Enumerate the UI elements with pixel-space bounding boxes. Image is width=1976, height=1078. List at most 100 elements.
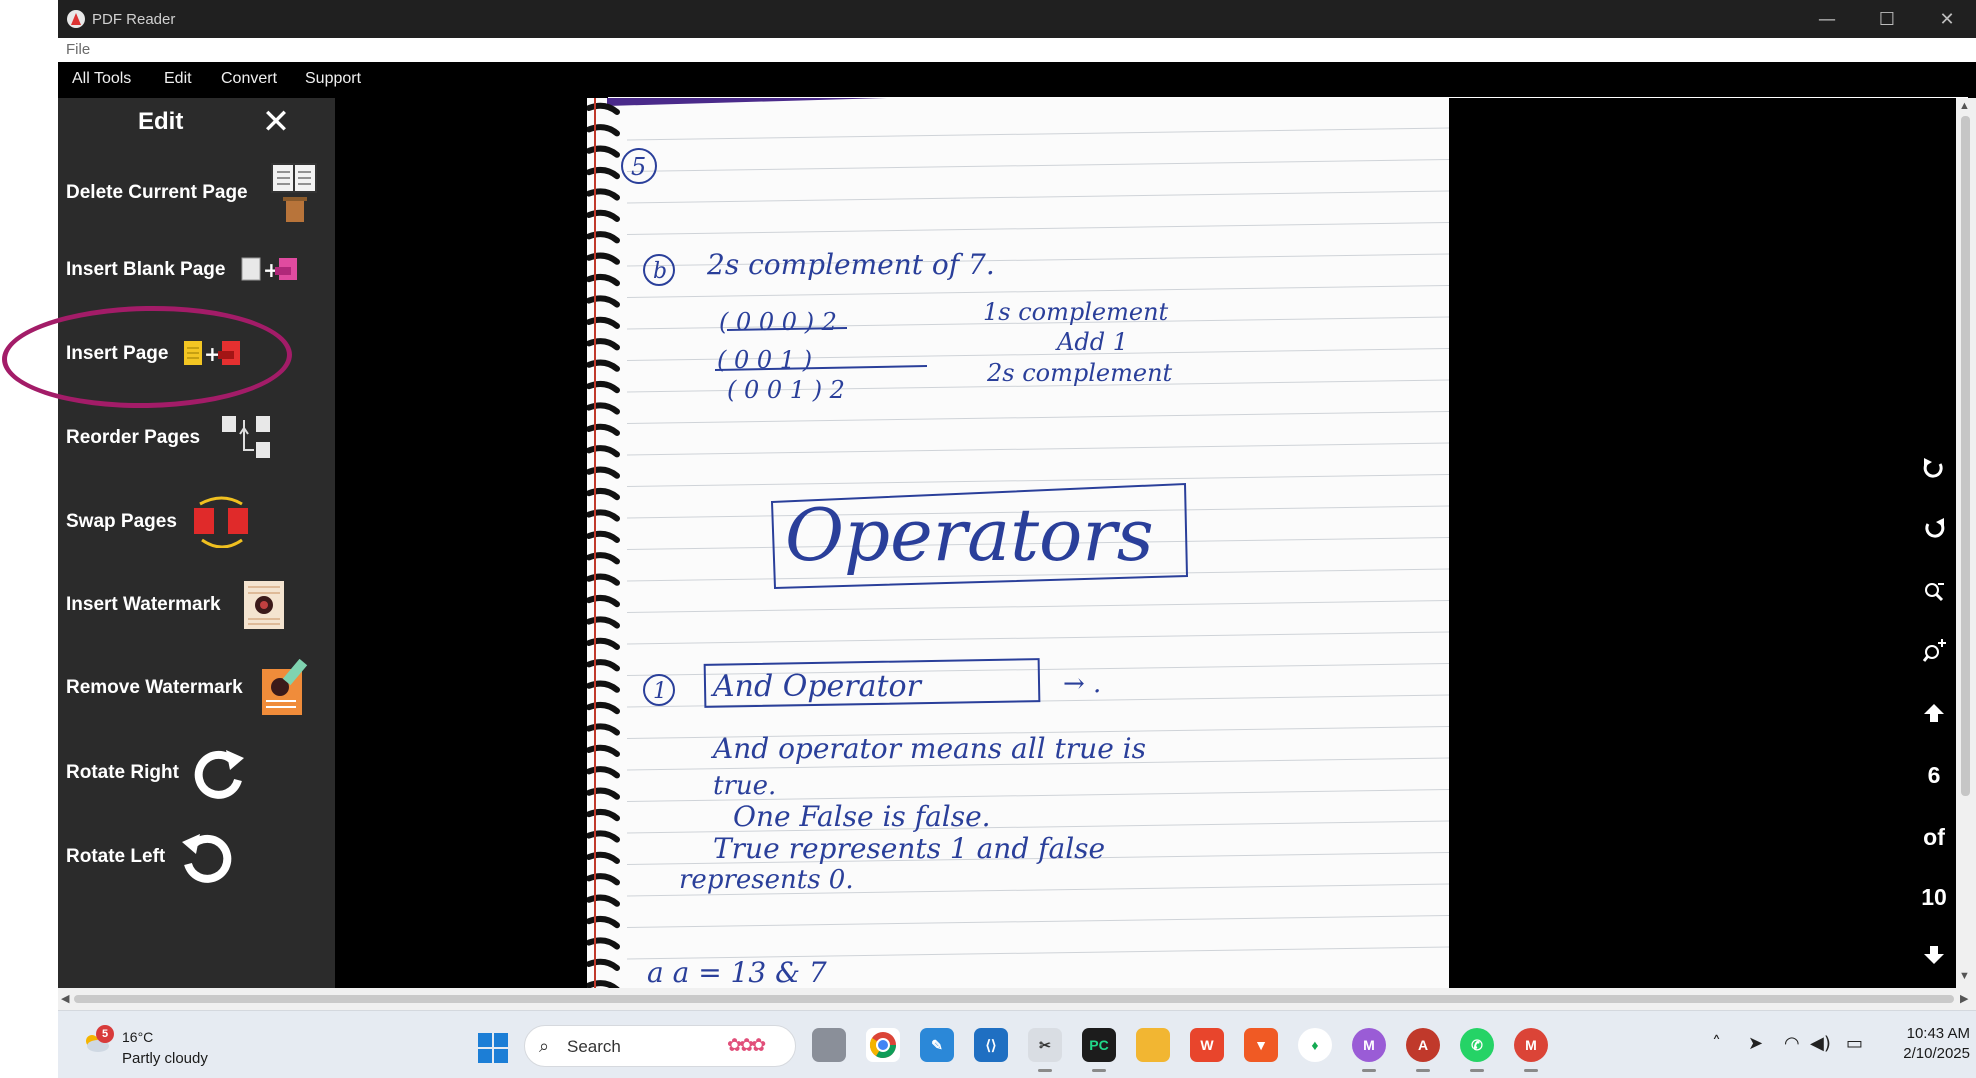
wifi-icon[interactable]: ◠ (1784, 1033, 1800, 1054)
file-menu-bar: File (58, 38, 1976, 62)
bullet-3: True represents 1 and false (713, 832, 1105, 865)
previous-page-icon[interactable] (1912, 702, 1956, 724)
part-label: b (653, 259, 667, 284)
zoom-in-icon[interactable] (1912, 638, 1956, 662)
scroll-left-icon[interactable]: ◀ (61, 992, 69, 1005)
menu-convert[interactable]: Convert (221, 70, 277, 88)
running-indicator (1470, 1069, 1484, 1072)
weather-alert-badge: 5 (96, 1025, 114, 1043)
next-page-icon[interactable] (1912, 944, 1956, 966)
delete-page-icon (271, 163, 317, 222)
volume-icon[interactable]: ◀) (1810, 1033, 1831, 1054)
scroll-right-icon[interactable]: ▶ (1960, 992, 1968, 1005)
tool-label: Reorder Pages (66, 427, 201, 448)
chrome-profile-2-icon[interactable]: M (1514, 1028, 1548, 1062)
main-menu-bar: All Tools Edit Convert Support (58, 62, 1976, 99)
item-number: 1 (653, 679, 667, 704)
wps-office-icon[interactable]: W (1190, 1028, 1224, 1062)
clock-date: 2/10/2025 (1903, 1045, 1970, 1062)
item-arrow: → . (1063, 669, 1101, 699)
tool-swap-pages[interactable]: Swap Pages (58, 492, 335, 552)
maximize-button[interactable]: ☐ (1858, 0, 1916, 38)
location-icon[interactable]: ➤ (1748, 1033, 1763, 1054)
question-number: 5 (631, 153, 646, 181)
screen: { "window": { "title": "PDF Reader", "co… (0, 0, 1976, 1078)
tool-label: Insert Blank Page (66, 259, 226, 280)
tool-insert-watermark[interactable]: Insert Watermark (58, 568, 335, 642)
scroll-down-icon[interactable]: ▼ (1959, 970, 1970, 982)
start-button-icon[interactable] (478, 1033, 508, 1063)
menu-file[interactable]: File (66, 41, 90, 58)
insert-blank-page-icon: + (241, 257, 297, 282)
rotate-right-small-icon[interactable] (1912, 516, 1956, 542)
tool-label: Swap Pages (66, 511, 177, 532)
brave-browser-icon[interactable]: ▼ (1244, 1028, 1278, 1062)
clock-time: 10:43 AM (1906, 1025, 1970, 1042)
tool-rotate-right[interactable]: Rotate Right (58, 738, 335, 808)
document-viewer[interactable]: 5 b 2s complement of 7. ( 0 0 0 ) 2 1s c… (335, 98, 1912, 988)
next-question: a a = 13 & 7 (647, 956, 827, 988)
note-1: 1s complement (983, 298, 1169, 326)
vscode-icon[interactable]: ⟨⟩ (974, 1028, 1008, 1062)
notes-pen-icon[interactable]: ✎ (920, 1028, 954, 1062)
app-logo-icon (67, 10, 85, 28)
scroll-up-icon[interactable]: ▲ (1959, 100, 1970, 112)
running-indicator (1038, 1069, 1052, 1072)
menu-edit[interactable]: Edit (164, 70, 192, 88)
temperature[interactable]: 16°C (122, 1029, 153, 1045)
mongodb-icon[interactable]: ♦ (1298, 1028, 1332, 1062)
close-panel-icon[interactable]: ✕ (258, 104, 294, 140)
rotate-left-icon (182, 834, 232, 883)
insert-watermark-icon (244, 581, 284, 629)
rotate-right-icon (194, 750, 244, 799)
pdf-reader-taskbar-icon[interactable]: A (1406, 1028, 1440, 1062)
whatsapp-icon[interactable]: ✆ (1460, 1028, 1494, 1062)
note-2: Add 1 (1055, 328, 1128, 356)
binary-row-3: ( 0 0 1 ) 2 (727, 376, 845, 404)
running-indicator (1416, 1069, 1430, 1072)
rotate-left-small-icon[interactable] (1912, 456, 1956, 482)
note-3: 2s complement (986, 359, 1173, 387)
close-window-button[interactable]: ✕ (1918, 0, 1976, 38)
vertical-scrollbar[interactable]: ▲ ▼ (1956, 98, 1976, 988)
horizontal-scroll-thumb[interactable] (74, 995, 1954, 1003)
battery-icon[interactable]: ▭ (1846, 1033, 1863, 1054)
task-view-icon[interactable] (812, 1028, 846, 1062)
edit-panel: Edit ✕ Delete Current Page Insert Blank … (58, 98, 335, 988)
notebook-page: 5 b 2s complement of 7. ( 0 0 0 ) 2 1s c… (587, 98, 1449, 988)
total-pages: 10 (1921, 884, 1947, 910)
tool-reorder-pages[interactable]: Reorder Pages (58, 408, 335, 468)
tool-label: Delete Current Page (66, 182, 248, 203)
chrome-profile-icon[interactable]: M (1352, 1028, 1386, 1062)
page-of-label: of (1923, 824, 1945, 850)
show-hidden-icons-icon[interactable]: ˄ (1712, 1033, 1721, 1054)
tool-rotate-left[interactable]: Rotate Left (58, 822, 335, 892)
snipping-tool-icon[interactable]: ✂ (1028, 1028, 1062, 1062)
bullet-2: One False is false. (733, 800, 991, 833)
minimize-button[interactable]: — (1798, 0, 1856, 38)
pdf-page: 5 b 2s complement of 7. ( 0 0 0 ) 2 1s c… (587, 98, 1449, 988)
chrome-icon[interactable] (866, 1028, 900, 1062)
tool-delete-current-page[interactable]: Delete Current Page (58, 156, 335, 230)
pycharm-icon[interactable]: PC (1082, 1028, 1116, 1062)
menu-support[interactable]: Support (305, 70, 361, 88)
taskbar: 5 16°C Partly cloudy ⌕ Search ✿✿✿ ✎ ⟨⟩ ✂… (58, 1010, 1976, 1078)
weather-description[interactable]: Partly cloudy (122, 1050, 208, 1067)
tool-label: Rotate Left (66, 846, 166, 867)
edit-panel-title: Edit (138, 108, 184, 135)
tool-label: Remove Watermark (66, 677, 243, 698)
window-title: PDF Reader (92, 10, 176, 28)
bullet-1: And operator means all true is (710, 732, 1146, 765)
horizontal-scrollbar[interactable]: ◀ ▶ (58, 988, 1976, 1010)
tool-remove-watermark[interactable]: Remove Watermark (58, 650, 335, 726)
running-indicator (1092, 1069, 1106, 1072)
system-clock[interactable]: 10:43 AM 2/10/2025 (1880, 1025, 1970, 1062)
zoom-out-icon[interactable] (1912, 578, 1956, 602)
menu-all-tools[interactable]: All Tools (72, 70, 131, 88)
search-icon: ⌕ (539, 1036, 550, 1057)
vertical-scroll-thumb[interactable] (1961, 116, 1970, 796)
tool-insert-blank-page[interactable]: Insert Blank Page + (58, 240, 335, 300)
bullet-1b: true. (713, 771, 776, 801)
file-explorer-icon[interactable] (1136, 1028, 1170, 1062)
taskbar-search[interactable]: ⌕ Search ✿✿✿ (524, 1025, 796, 1067)
